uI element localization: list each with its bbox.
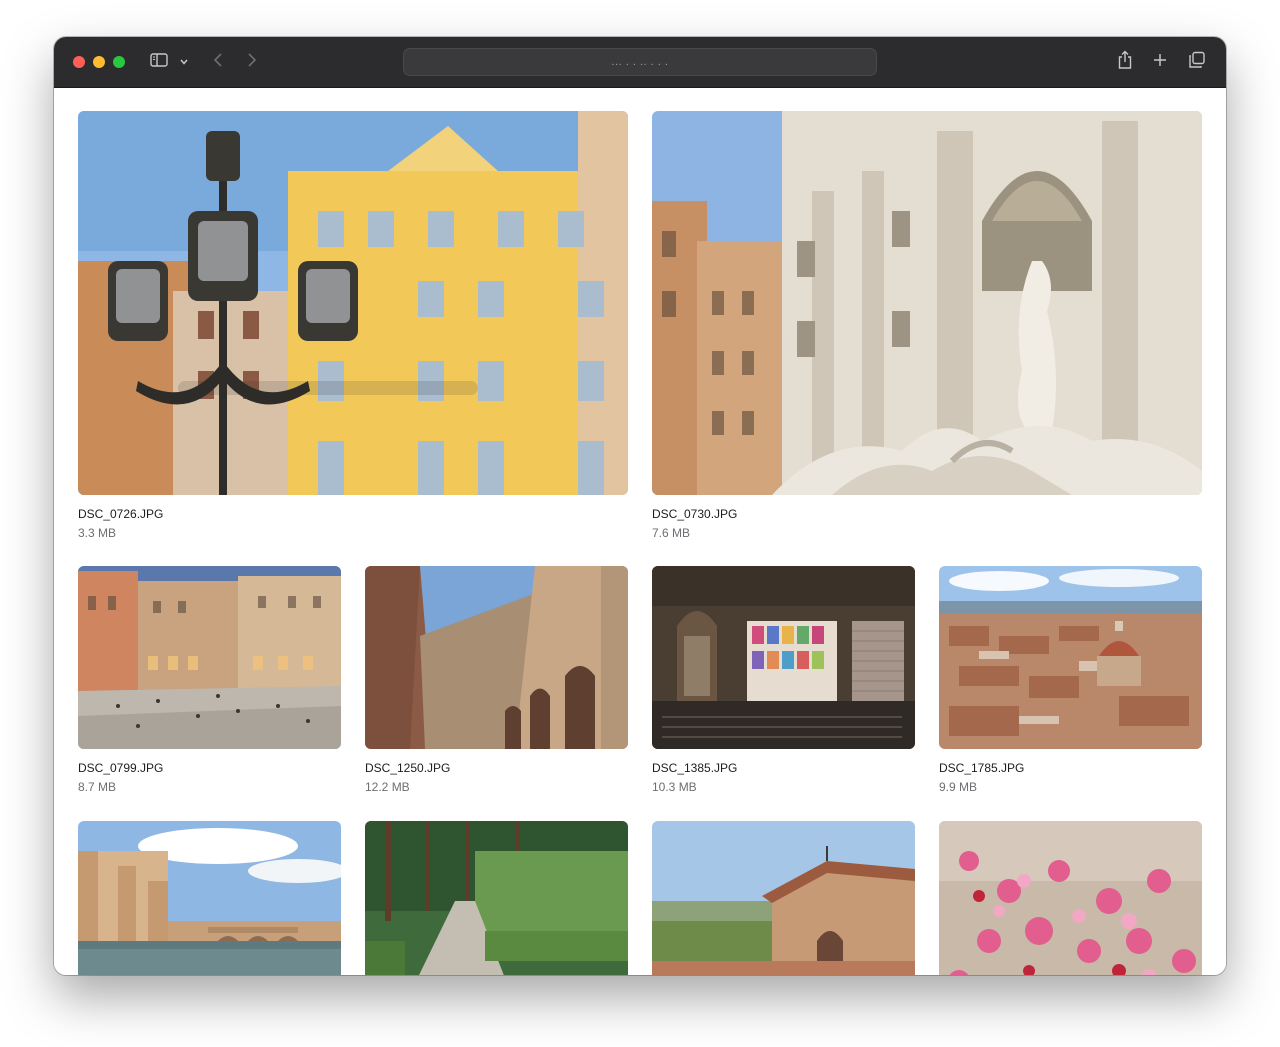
thumbnail — [78, 566, 341, 749]
chevron-down-icon — [179, 53, 189, 71]
tab-overview-icon — [1188, 51, 1206, 74]
file-name: DSC_1785.JPG — [939, 761, 1025, 775]
file-size: 8.7 MB — [78, 780, 117, 794]
thumbnail — [365, 821, 628, 975]
file-name: DSC_1250.JPG — [365, 761, 451, 775]
tab-overview-button[interactable] — [1187, 50, 1207, 74]
back-icon — [213, 52, 223, 73]
sidebar-toggle-button[interactable] — [148, 50, 170, 74]
new-tab-button[interactable] — [1150, 50, 1170, 74]
thumbnail — [78, 821, 341, 975]
sidebar-icon — [150, 52, 168, 72]
close-button[interactable] — [73, 56, 85, 68]
file-size: 3.3 MB — [78, 526, 117, 540]
toolbar: ... . . .. . . . — [54, 37, 1226, 88]
thumbnail — [939, 821, 1202, 975]
back-button[interactable] — [210, 50, 226, 74]
sidebar-menu-button[interactable] — [178, 50, 190, 74]
address-text: ... . . .. . . . — [611, 56, 669, 68]
minimize-button[interactable] — [93, 56, 105, 68]
file-size: 12.2 MB — [365, 780, 410, 794]
thumbnail — [365, 566, 628, 749]
thumbnail — [78, 111, 628, 495]
thumbnail — [652, 111, 1202, 495]
file-size: 9.9 MB — [939, 780, 978, 794]
thumbnail — [652, 566, 915, 749]
forward-button[interactable] — [244, 50, 260, 74]
thumbnail — [652, 821, 915, 975]
share-button[interactable] — [1115, 50, 1135, 74]
file-size: 10.3 MB — [652, 780, 697, 794]
file-grid: DSC_0726.JPG 3.3 MB DSC_0730.JPG 7.6 MB … — [54, 88, 1226, 975]
file-name: DSC_1385.JPG — [652, 761, 738, 775]
file-name: DSC_0799.JPG — [78, 761, 164, 775]
share-icon — [1117, 50, 1133, 75]
forward-icon — [247, 52, 257, 73]
zoom-button[interactable] — [113, 56, 125, 68]
file-size: 7.6 MB — [652, 526, 691, 540]
browser-window: ... . . .. . . . DSC_0726.JPG 3.3 MB DSC… — [54, 37, 1226, 975]
file-name: DSC_0730.JPG — [652, 507, 738, 521]
plus-icon — [1152, 52, 1168, 73]
address-bar[interactable]: ... . . .. . . . — [403, 48, 877, 76]
thumbnail — [939, 566, 1202, 749]
file-name: DSC_0726.JPG — [78, 507, 164, 521]
